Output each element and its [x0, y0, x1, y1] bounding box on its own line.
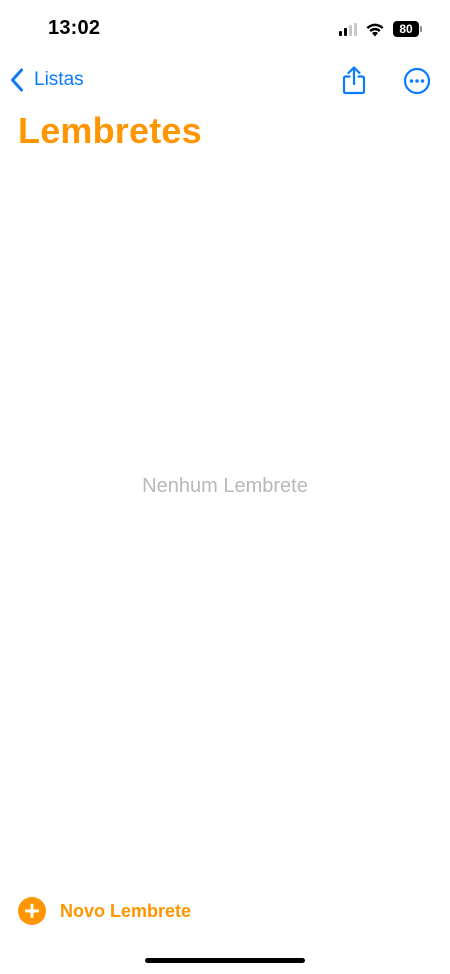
- empty-state-label: Nenhum Lembrete: [142, 475, 308, 497]
- status-icons: 80: [339, 18, 422, 40]
- chevron-left-icon: [11, 68, 23, 92]
- new-reminder-label: Novo Lembrete: [60, 900, 192, 921]
- status-bar: 13:02 80: [0, 0, 450, 60]
- page-title: Lembretes: [18, 110, 202, 151]
- back-button[interactable]: Listas: [10, 64, 84, 96]
- battery-icon: 80: [393, 21, 422, 37]
- new-reminder-button[interactable]: Novo Lembrete: [18, 896, 191, 926]
- wifi-icon: [366, 23, 384, 36]
- signal-icon: [339, 22, 357, 36]
- share-icon: [342, 66, 366, 95]
- home-indicator: [145, 958, 305, 963]
- more-icon: [403, 67, 431, 95]
- back-label: Listas: [34, 69, 84, 90]
- status-time: 13:02: [48, 17, 101, 39]
- share-button[interactable]: [338, 64, 370, 96]
- battery-level: 80: [393, 21, 419, 37]
- more-button[interactable]: [402, 66, 432, 96]
- nav-bar: Listas: [0, 58, 450, 102]
- plus-circle-icon: [18, 897, 46, 925]
